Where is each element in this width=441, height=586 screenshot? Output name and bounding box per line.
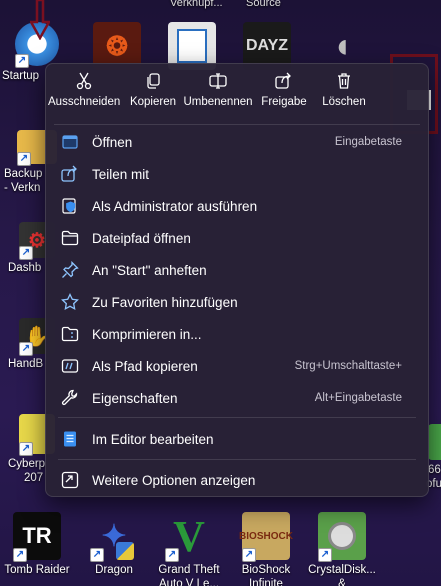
share-icon [275,72,291,89]
shortcut-arrow-icon: ↗ [90,548,104,562]
menu-item-label: Dateipfad öffnen [92,230,191,246]
app-icon [428,424,441,460]
menu-item-edit-in-notepad[interactable]: Im Editor bearbeiten [50,424,426,454]
notepad-icon [60,429,80,449]
shortcut-arrow-icon: ↗ [242,548,256,562]
annotation-arrow-icon [30,0,50,40]
uac-shield-icon [116,542,134,560]
cut-button[interactable]: Ausschneiden [48,72,120,108]
icon-label: Tomb Raider [4,564,70,576]
shortcut-arrow-icon: ↗ [165,548,179,562]
more-options-icon [60,470,80,490]
disk-icon [328,522,356,550]
menu-item-shortcut: Strg+Umschalttaste+ [294,360,402,372]
divider [58,459,416,460]
menu-item-show-more-options[interactable]: Weitere Optionen anzeigen [50,465,426,495]
menu-item-label: Komprimieren in... [92,326,202,342]
menu-item-label: An "Start" anheften [92,262,207,278]
copy-icon [147,73,160,89]
icon-label: Dragon [95,564,133,576]
rename-label: Umbenennen [183,96,253,108]
desktop-label-top-1: Verknüpf... [170,0,223,9]
menu-item-label: Eigenschaften [92,390,178,406]
star-icon [60,292,80,312]
shortcut-arrow-icon: ↗ [19,342,33,356]
divider [58,417,416,418]
copy-button[interactable]: Kopieren [117,72,189,108]
gta-v-icon: V ↗ [165,512,213,562]
menu-item-label: Öffnen [92,134,133,150]
shortcut-arrow-icon: ↗ [318,548,332,562]
menu-item-copy-as-path[interactable]: Als Pfad kopieren Strg+Umschalttaste+ [50,351,426,381]
icon-label-2: Auto V Le... [158,578,220,586]
menu-item-compress[interactable]: Komprimieren in... [50,319,426,349]
desktop-icon-tombraider[interactable]: TR ↗ Tomb Raider [0,512,74,577]
dragon-game-icon: ✦ ↗ [90,512,138,562]
menu-item-open-file-location[interactable]: Dateipfad öffnen [50,223,426,253]
icon-label: Grand Theft [158,564,220,576]
menu-item-pin-to-start[interactable]: An "Start" anheften [50,255,426,285]
menu-item-label: Als Pfad kopieren [92,358,198,374]
quick-action-bar: Ausschneiden Kopieren Umbenennen Freigab… [46,64,428,120]
divider [54,124,420,125]
delete-button[interactable]: Löschen [308,72,380,108]
menu-item-label: Zu Favoriten hinzufügen [92,294,238,310]
menu-item-shortcut: Eingabetaste [334,136,402,148]
icon-label: CrystalDisk... [308,564,376,576]
shortcut-arrow-icon: ↗ [17,152,31,166]
share-with-icon [60,164,80,184]
rename-icon [209,73,227,89]
shortcut-arrow-icon: ↗ [19,246,33,260]
shortcut-arrow-icon: ↗ [19,442,33,456]
icon-label-2: & [338,578,346,586]
wrench-icon [60,388,80,408]
open-app-icon [60,132,80,152]
rename-button[interactable]: Umbenennen [182,72,254,108]
trash-icon [338,73,350,89]
pin-icon [60,260,80,280]
icon-label-2: Infinite [249,578,283,586]
crystaldisk-icon: ↗ [318,512,366,562]
shortcut-arrow-icon: ↗ [13,548,27,562]
tomb-raider-icon: TR ↗ [13,512,61,562]
cut-label: Ausschneiden [48,96,121,108]
menu-item-label: Teilen mit [92,166,150,182]
menu-item-label: Im Editor bearbeiten [92,431,214,447]
menu-item-label: Weitere Optionen anzeigen [92,472,256,488]
menu-item-properties[interactable]: Eigenschaften Alt+Eingabetaste [50,383,426,413]
desktop-icon-dragon[interactable]: ✦ ↗ Dragon [77,512,151,577]
copy-label: Kopieren [129,96,177,108]
desktop-label-top-2: Source [246,0,281,9]
zip-folder-icon [60,324,80,344]
menu-item-label: Als Administrator ausführen [92,198,258,214]
scissors-icon [76,72,92,90]
menu-item-share-with[interactable]: Teilen mit [50,159,426,189]
admin-shield-icon [60,196,80,216]
folder-icon [60,228,80,248]
menu-item-shortcut: Alt+Eingabetaste [314,392,402,404]
copy-path-icon [60,356,80,376]
desktop-icon-gta[interactable]: V ↗ Grand Theft Auto V Le... [152,512,226,586]
context-menu: Ausschneiden Kopieren Umbenennen Freigab… [45,63,429,497]
delete-label: Löschen [322,96,366,108]
menu-item-add-to-favorites[interactable]: Zu Favoriten hinzufügen [50,287,426,317]
menu-item-run-as-admin[interactable]: Als Administrator ausführen [50,191,426,221]
icon-label: BioShock [241,564,291,576]
desktop-icon-crystaldisk[interactable]: ↗ CrystalDisk... & [305,512,379,586]
shortcut-arrow-icon: ↗ [15,54,29,68]
desktop-icon-bioshock[interactable]: BIOSHOCK ↗ BioShock Infinite [229,512,303,586]
menu-item-open[interactable]: Öffnen Eingabetaste [50,127,426,157]
bioshock-icon: BIOSHOCK ↗ [239,512,293,562]
